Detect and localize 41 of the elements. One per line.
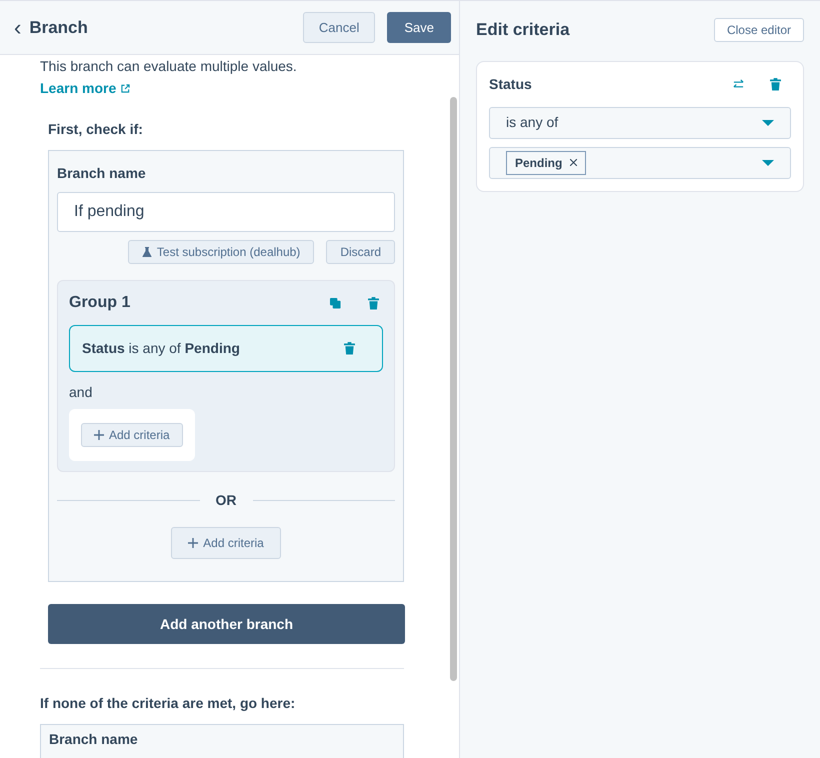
close-editor-button[interactable]: Close editor xyxy=(714,18,804,42)
plus-icon xyxy=(188,538,198,548)
add-branch-button[interactable]: Add another branch xyxy=(48,604,405,644)
trash-icon[interactable] xyxy=(344,342,355,355)
joiner-label: and xyxy=(69,383,94,402)
add-criteria-button[interactable]: Add criteria xyxy=(171,527,281,559)
operator-dropdown[interactable]: is any of xyxy=(489,106,791,138)
branch-name-input[interactable]: If pending xyxy=(57,192,395,232)
discard-button[interactable]: Discard xyxy=(326,240,395,264)
values-dropdown[interactable]: Pending xyxy=(489,146,791,178)
property-label: Status xyxy=(489,74,533,94)
caret-icon xyxy=(762,160,774,166)
trash-icon[interactable] xyxy=(368,296,379,310)
or-label: OR xyxy=(216,491,236,510)
criteria-text: Status is any of Pending xyxy=(82,339,241,358)
test-button[interactable]: Test subscription (dealhub) xyxy=(128,240,314,264)
save-button[interactable]: Save xyxy=(387,12,451,43)
caret-icon xyxy=(762,120,774,126)
intro-text: This branch can evaluate multiple values. xyxy=(40,57,298,76)
cancel-button[interactable]: Cancel xyxy=(302,12,376,43)
plus-icon xyxy=(94,430,104,440)
learn-more-link[interactable]: Learn more xyxy=(40,78,130,99)
trash-icon[interactable] xyxy=(770,78,781,90)
field-label: Branch name xyxy=(49,731,139,747)
external-link-icon xyxy=(121,84,130,93)
scrollbar[interactable] xyxy=(450,97,457,681)
back-button[interactable]: ‹ xyxy=(14,16,22,38)
remove-icon[interactable] xyxy=(570,159,578,166)
section-label: If none of the criteria are met, go here: xyxy=(40,694,296,713)
criteria-item[interactable]: Status is any of Pending xyxy=(69,325,383,372)
section-label: First, check if: xyxy=(48,120,144,139)
field-label: Branch name xyxy=(57,164,147,183)
editor-title: Edit criteria xyxy=(476,19,570,41)
swap-icon[interactable] xyxy=(733,78,744,90)
group-title: Group 1 xyxy=(69,293,132,313)
dropdown-value: is any of xyxy=(506,113,560,132)
flask-icon xyxy=(142,247,152,257)
value-tag: Pending xyxy=(506,150,586,174)
copy-icon[interactable] xyxy=(330,298,341,308)
panel-title: Branch xyxy=(29,16,89,39)
add-criteria-button[interactable]: Add criteria xyxy=(81,423,183,447)
